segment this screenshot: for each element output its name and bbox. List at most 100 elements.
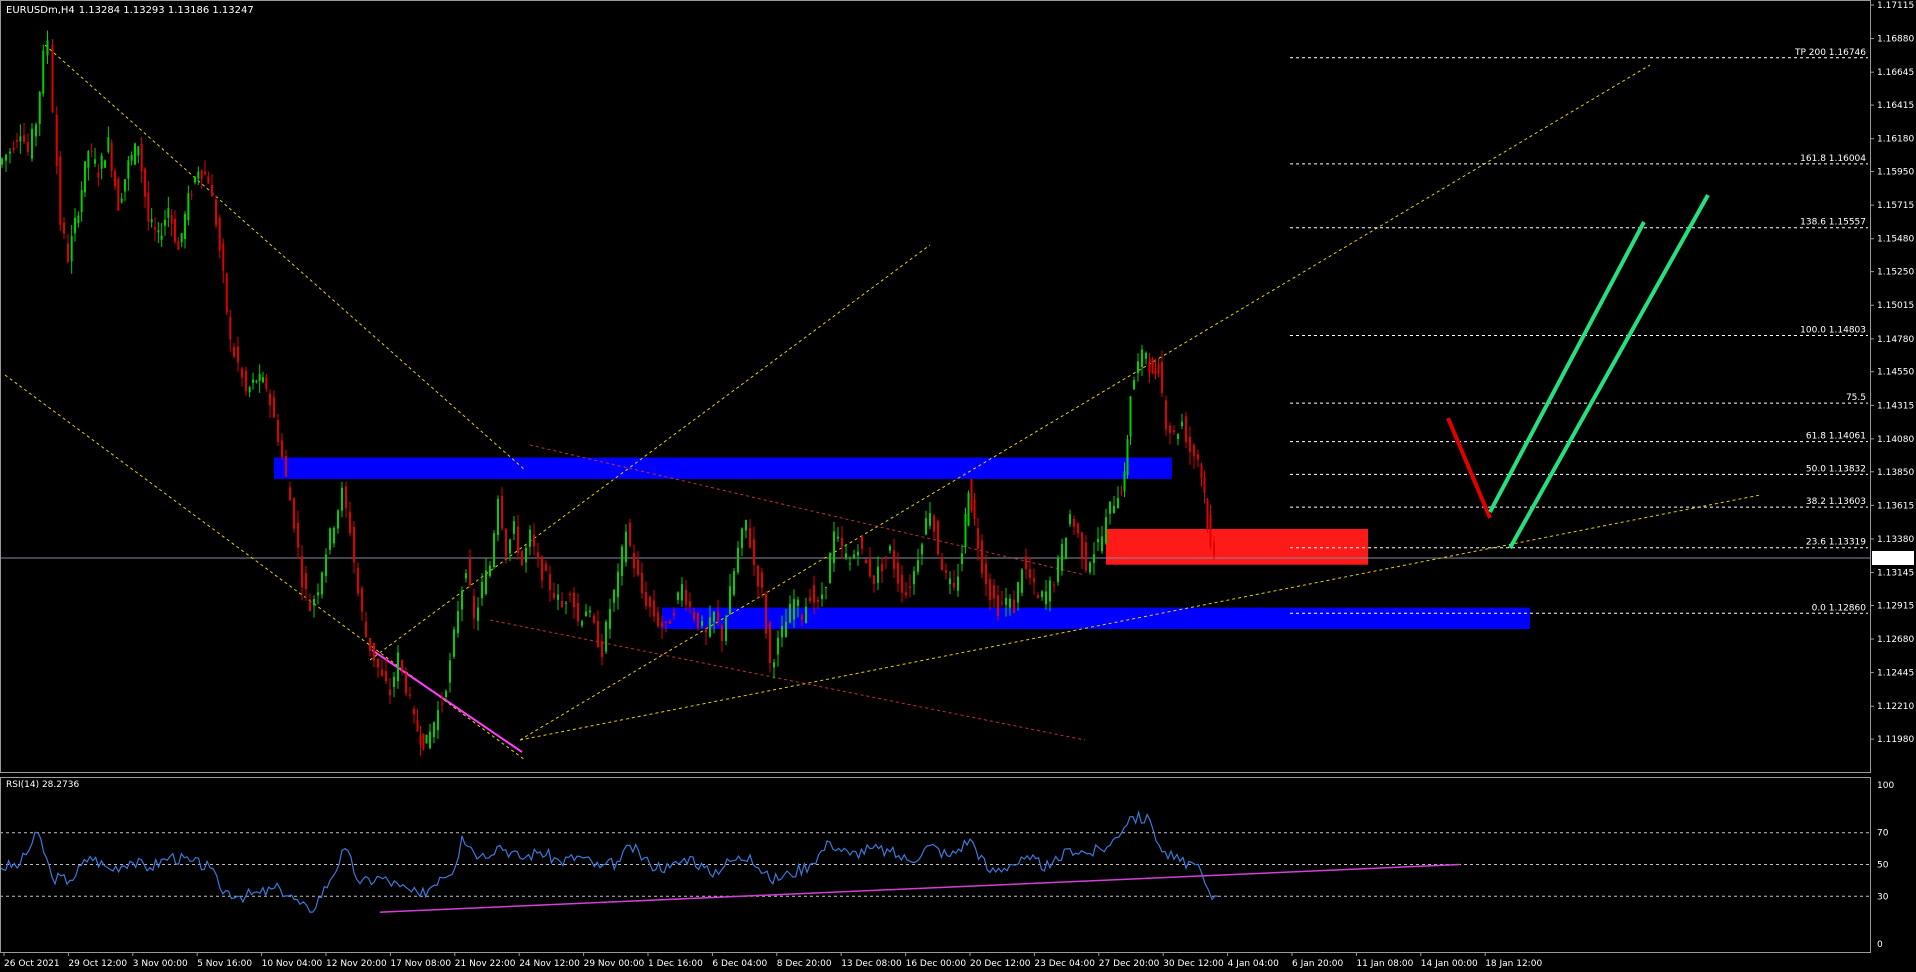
candle-body	[321, 572, 323, 595]
candle-body	[1154, 370, 1157, 375]
fibonacci-layer: TP 200 1.16746 161.8 1.16004 138.6 1.15557…	[1290, 48, 1868, 614]
rsi-tick-label: 0	[1877, 940, 1883, 950]
fib-level-label: 50.0 1.13832	[1806, 464, 1866, 474]
price-tick-label: 1.16645	[1877, 68, 1914, 78]
candle-body	[42, 50, 45, 94]
candle-body	[621, 546, 623, 576]
candle-body	[265, 376, 268, 389]
fib-level-label: 100.0 1.14803	[1800, 326, 1866, 336]
candle-body	[1009, 598, 1011, 608]
time-tick-label: 20 Dec 12:00	[970, 959, 1031, 969]
candle-body	[333, 527, 335, 544]
candle-body	[389, 689, 391, 696]
candle-body	[74, 217, 76, 234]
candle-body	[1105, 517, 1107, 544]
candle-body	[252, 379, 254, 383]
candle-body	[681, 584, 683, 601]
time-tick-label: 23 Dec 04:00	[1034, 959, 1095, 969]
time-tick-label: 11 Jan 08:00	[1356, 959, 1413, 969]
candle-body	[245, 370, 247, 392]
candle-body	[469, 559, 471, 585]
candle-body	[941, 556, 943, 571]
candle-body	[685, 589, 687, 605]
candle-body	[124, 179, 126, 192]
candle-body	[409, 694, 411, 696]
time-tick-label: 14 Jan 00:00	[1421, 959, 1478, 969]
candle-body	[489, 565, 491, 576]
candle-body	[1113, 506, 1115, 513]
candle-body	[505, 529, 507, 557]
candle-body	[353, 526, 355, 563]
candle-body	[1213, 542, 1215, 556]
candle-body	[753, 539, 755, 565]
candle-body	[817, 599, 819, 602]
candle-body	[785, 621, 787, 638]
candle-body	[509, 539, 511, 554]
candle-body	[1065, 537, 1067, 559]
candle-body	[581, 621, 583, 626]
trend-line	[44, 44, 526, 471]
candle-body	[441, 703, 443, 705]
candle-body	[433, 722, 435, 737]
candle-body	[569, 593, 571, 595]
time-tick-label: 1 Dec 16:00	[648, 959, 703, 969]
candle-body	[429, 731, 431, 749]
candle-body	[301, 556, 303, 588]
candle-body	[77, 215, 80, 224]
rsi-tick-label: 30	[1877, 892, 1889, 902]
candle-body	[397, 652, 399, 682]
candle-body	[665, 621, 667, 623]
candle-body	[349, 511, 351, 534]
candle-body	[485, 570, 487, 594]
candle-body	[38, 91, 41, 125]
candle-body	[100, 155, 103, 169]
rsi-panel[interactable]	[0, 809, 1870, 913]
candle-body	[821, 594, 823, 600]
candle-body	[419, 735, 422, 745]
candle-body	[1197, 454, 1199, 460]
candle-body	[813, 585, 815, 603]
candle-body	[697, 612, 699, 629]
price-tick-label: 1.14315	[1877, 401, 1914, 411]
candle-body	[461, 590, 463, 610]
candle-body	[269, 393, 271, 406]
support-zone-upper	[274, 457, 1172, 479]
time-tick-label: 16 Dec 00:00	[906, 959, 967, 969]
time-tick-label: 6 Jan 20:00	[1292, 959, 1344, 969]
candle-body	[517, 526, 519, 553]
candle-body	[501, 495, 503, 529]
candle-body	[757, 565, 759, 587]
candle-body	[317, 592, 319, 596]
axes-layer: 1.17115 1.16880 1.16645 1.16415 1.16180 1.159…	[0, 0, 1914, 969]
candle-body	[1181, 421, 1183, 427]
candle-body	[445, 690, 447, 698]
candle-body	[1085, 542, 1087, 571]
candle-body	[329, 528, 331, 550]
candle-body	[177, 241, 180, 250]
candle-body	[107, 137, 110, 152]
candle-body	[613, 589, 615, 603]
candle-body	[993, 585, 995, 599]
pullback-arrow	[1446, 417, 1492, 519]
candle-body	[237, 346, 239, 363]
candle-body	[180, 233, 183, 243]
candle-body	[861, 536, 863, 549]
candle-body	[1001, 602, 1003, 604]
candle-body	[477, 607, 479, 621]
time-tick-label: 26 Oct 2021	[4, 959, 60, 969]
fib-level-label: 23.6 1.13319	[1806, 538, 1866, 548]
candle-body	[309, 601, 311, 611]
candle-body	[1069, 514, 1071, 525]
candle-body	[416, 719, 419, 731]
candle-body	[465, 573, 467, 579]
candle-body	[493, 533, 495, 568]
candle-body	[277, 419, 279, 442]
price-tick-label: 1.11980	[1877, 735, 1914, 745]
candle-body	[393, 676, 395, 688]
candle-body	[601, 641, 603, 658]
price-tick-label: 1.15950	[1877, 168, 1914, 178]
candle-body	[381, 669, 383, 676]
candle-body	[893, 550, 895, 569]
candle-body	[453, 629, 455, 657]
candle-body	[35, 124, 37, 137]
